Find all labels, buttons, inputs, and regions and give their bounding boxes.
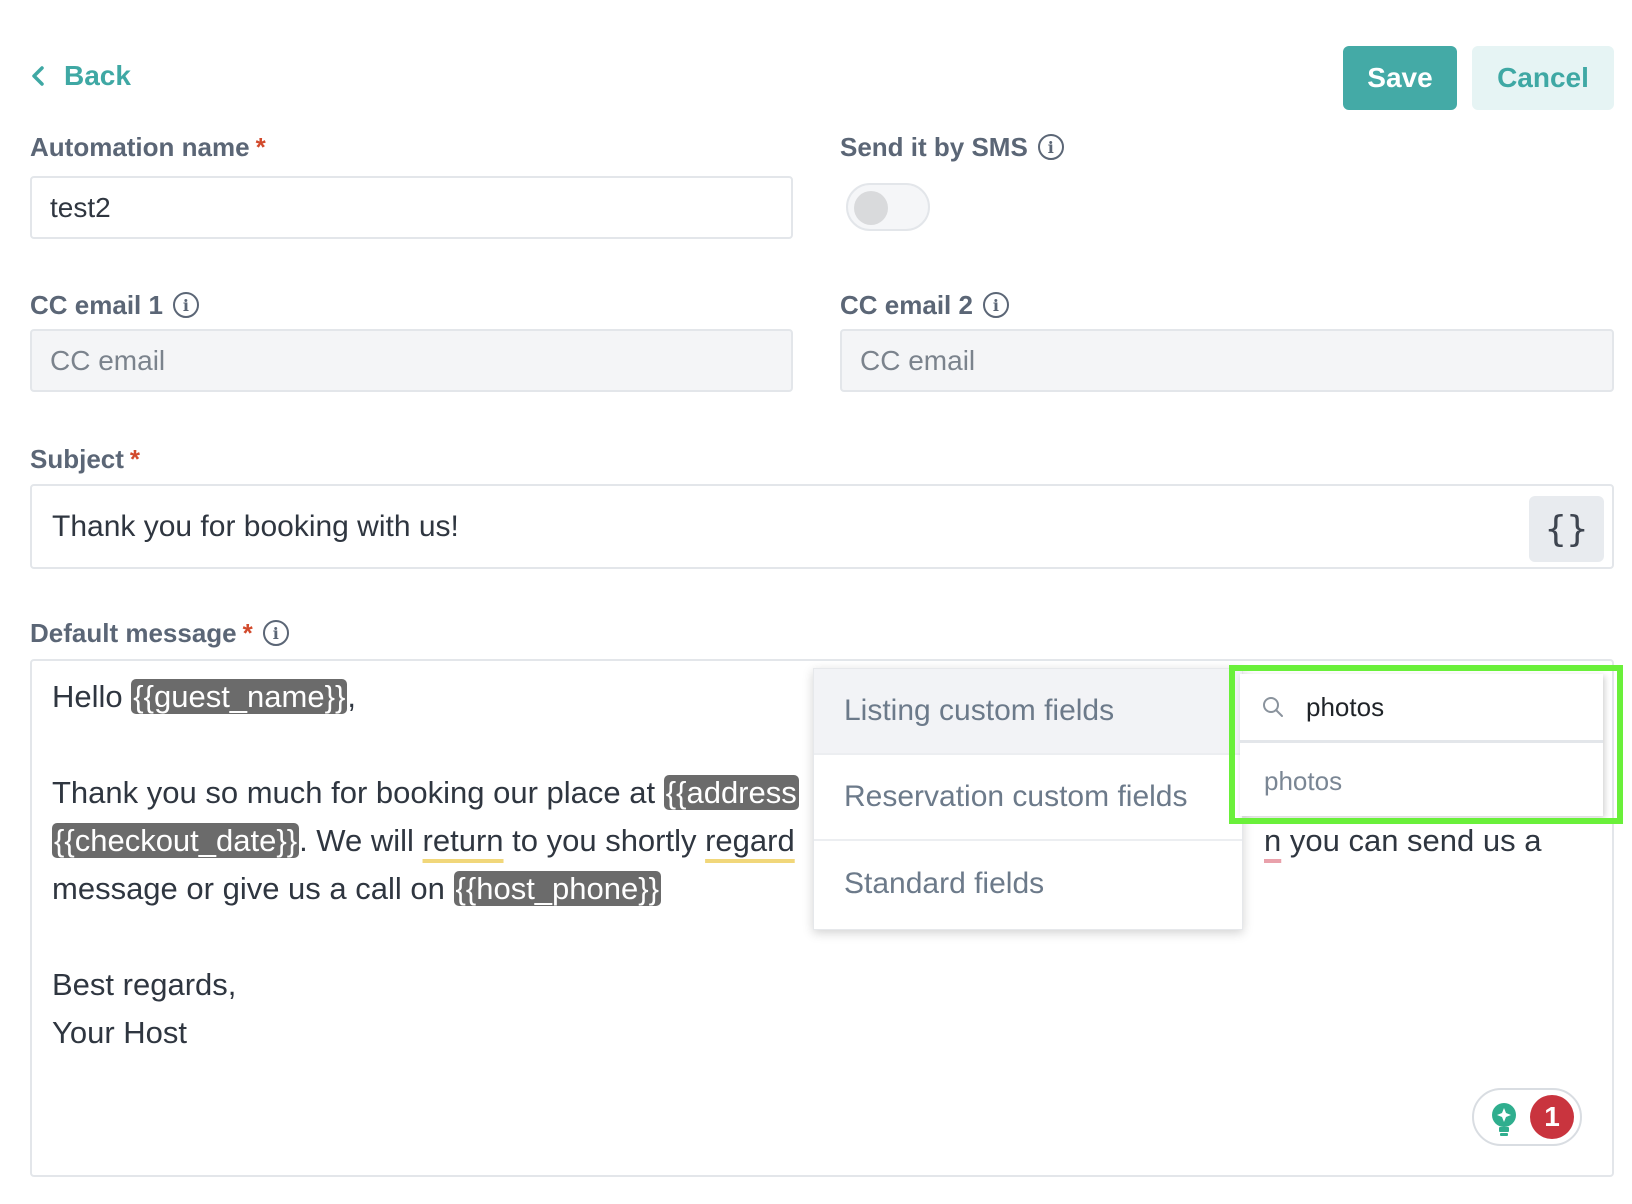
back-link[interactable]: Back (30, 56, 131, 96)
info-icon[interactable]: i (982, 292, 1009, 318)
save-button[interactable]: Save (1343, 46, 1457, 110)
cc-email-2-label: CC email 2 i (840, 288, 1009, 322)
cancel-button[interactable]: Cancel (1472, 46, 1614, 110)
message-line: Your Host (52, 1015, 187, 1050)
send-sms-label: Send it by SMS i (840, 130, 1064, 164)
info-icon[interactable]: i (262, 620, 289, 646)
template-tag[interactable]: {{guest_name}} (131, 679, 348, 714)
message-line: message or give us a call on {{host_phon… (52, 871, 661, 906)
lightbulb-icon (1492, 1103, 1516, 1136)
message-line: Hello {{guest_name}}, (52, 679, 356, 714)
toggle-knob (854, 191, 888, 225)
back-label: Back (64, 60, 131, 91)
send-sms-toggle[interactable] (846, 183, 930, 231)
highlight-box (1229, 665, 1623, 824)
subject-label: Subject * (30, 443, 141, 474)
field-category-menu: Listing custom fields Reservation custom… (813, 668, 1243, 930)
menu-item-listing-custom-fields[interactable]: Listing custom fields (814, 669, 1242, 755)
automation-name-label: Automation name * (30, 131, 266, 162)
cc-email-2-field[interactable]: CC email (840, 329, 1614, 392)
insert-field-button[interactable]: {} (1529, 496, 1604, 562)
chevron-left-icon (32, 66, 44, 86)
template-tag[interactable]: {{address (663, 775, 799, 810)
cc-email-1-label: CC email 1 i (30, 288, 199, 322)
suggestion-count-badge: 1 (1530, 1095, 1574, 1139)
message-line-tail: n you can send us a (1264, 823, 1542, 858)
template-tag[interactable]: {{checkout_date}} (52, 823, 300, 858)
required-mark: * (255, 131, 266, 162)
grammar-suggestion[interactable]: return (423, 823, 504, 858)
spelling-suggestion[interactable]: n (1264, 823, 1281, 858)
automation-name-input[interactable]: test2 (30, 176, 793, 239)
message-line: Thank you so much for booking our place … (52, 775, 799, 810)
grammar-assistant-widget[interactable]: 1 (1472, 1088, 1582, 1146)
grammar-suggestion[interactable]: regard (705, 823, 795, 858)
message-line: {{checkout_date}}. We will return to you… (52, 823, 795, 858)
subject-input[interactable]: Thank you for booking with us! {} (30, 484, 1614, 569)
required-mark: * (129, 443, 141, 474)
info-icon[interactable]: i (1037, 134, 1064, 160)
menu-item-standard-fields[interactable]: Standard fields (814, 841, 1242, 927)
message-line: Best regards, (52, 967, 237, 1002)
cc-email-1-field[interactable]: CC email (30, 329, 793, 392)
info-icon[interactable]: i (172, 292, 199, 318)
menu-item-reservation-custom-fields[interactable]: Reservation custom fields (814, 755, 1242, 841)
required-mark: * (242, 617, 253, 648)
template-tag[interactable]: {{host_phone}} (453, 871, 661, 906)
default-message-label: Default message * i (30, 616, 289, 650)
